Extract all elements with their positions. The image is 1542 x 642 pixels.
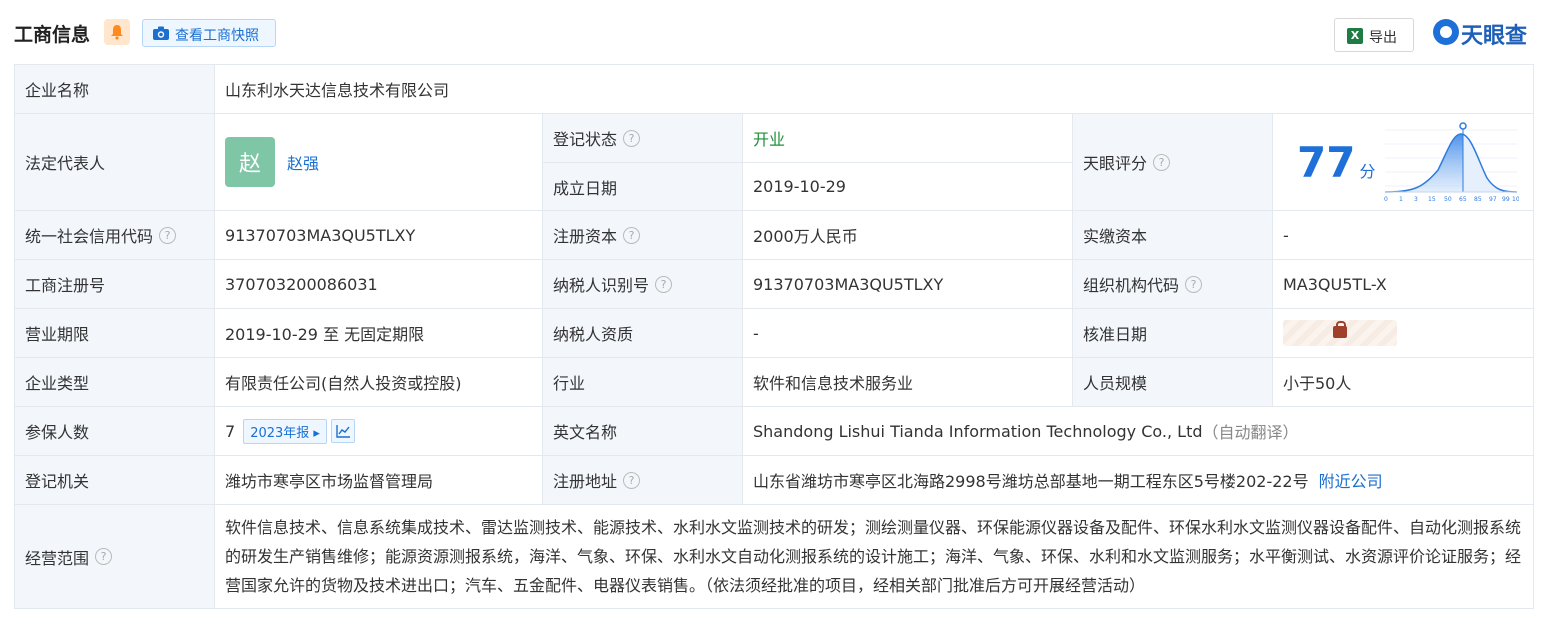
label-reg-number: 工商注册号 bbox=[15, 260, 215, 309]
label-address-cell: 注册地址? bbox=[543, 456, 743, 505]
company-name-value: 山东利水天达信息技术有限公司 bbox=[215, 65, 1533, 114]
export-label: 导出 bbox=[1369, 30, 1397, 46]
auto-translate-note: （自动翻译） bbox=[1202, 423, 1299, 442]
trend-chart-icon[interactable] bbox=[330, 419, 355, 443]
reg-number-value: 370703200086031 bbox=[215, 260, 543, 309]
locked-value[interactable] bbox=[1283, 320, 1397, 346]
label-address: 注册地址 bbox=[553, 472, 618, 491]
label-legal-rep: 法定代表人 bbox=[15, 114, 215, 211]
legal-rep-link[interactable]: 赵强 bbox=[287, 150, 319, 174]
label-company-name: 企业名称 bbox=[15, 65, 215, 114]
business-term-value: 2019-10-29 至 无固定期限 bbox=[215, 309, 543, 358]
section-header: 工商信息 查看工商快照 X 导出 天眼查 bbox=[0, 0, 1542, 64]
axis-tick: 97 bbox=[1489, 196, 1497, 203]
found-date-value: 2019-10-29 bbox=[743, 163, 1073, 211]
credit-code-value: 91370703MA3QU5TLXY bbox=[215, 211, 543, 260]
label-score-cell: 天眼评分? bbox=[1073, 114, 1273, 211]
snapshot-label: 查看工商快照 bbox=[175, 28, 259, 44]
axis-tick: 3 bbox=[1414, 196, 1418, 203]
legal-rep-cell: 赵 赵强 bbox=[215, 114, 543, 211]
camera-icon bbox=[153, 26, 169, 40]
label-english-name: 英文名称 bbox=[543, 407, 743, 456]
paid-capital-value: - bbox=[1273, 211, 1533, 260]
score-distribution-chart: 0 1 3 15 50 65 85 97 99 100 bbox=[1384, 122, 1519, 203]
help-icon[interactable]: ? bbox=[623, 471, 641, 489]
company-type-value: 有限责任公司(自然人投资或控股) bbox=[215, 358, 543, 407]
label-reg-capital: 注册资本 bbox=[553, 227, 618, 246]
axis-tick: 15 bbox=[1428, 196, 1436, 203]
axis-tick: 85 bbox=[1474, 196, 1482, 203]
nearby-companies-link[interactable]: 附近公司 bbox=[1319, 468, 1383, 492]
label-credit-code: 统一社会信用代码 bbox=[25, 227, 154, 246]
label-taxpayer-id-cell: 纳税人识别号? bbox=[543, 260, 743, 309]
label-score: 天眼评分 bbox=[1083, 154, 1148, 173]
label-staff-size: 人员规模 bbox=[1073, 358, 1273, 407]
axis-tick: 99 bbox=[1502, 196, 1510, 203]
label-company-type: 企业类型 bbox=[15, 358, 215, 407]
annual-report-button[interactable]: 2023年报 ▸ bbox=[243, 418, 327, 444]
industry-value: 软件和信息技术服务业 bbox=[743, 358, 1073, 407]
taxpayer-qual-value: - bbox=[743, 309, 1073, 358]
excel-icon: X bbox=[1347, 28, 1363, 44]
help-icon[interactable]: ? bbox=[655, 275, 673, 293]
annual-report-label: 2023年报 bbox=[250, 425, 310, 441]
reg-capital-value: 2000万人民币 bbox=[743, 211, 1073, 260]
insured-cell: 7 2023年报 ▸ bbox=[215, 407, 543, 456]
label-taxpayer-qual: 纳税人资质 bbox=[543, 309, 743, 358]
bell-icon[interactable] bbox=[104, 19, 130, 45]
lock-icon bbox=[1333, 321, 1347, 338]
english-name-value: Shandong Lishui Tianda Information Techn… bbox=[753, 421, 1203, 441]
section-title: 工商信息 bbox=[14, 24, 91, 46]
help-icon[interactable]: ? bbox=[95, 548, 113, 565]
label-industry: 行业 bbox=[543, 358, 743, 407]
authority-value: 潍坊市寒亭区市场监督管理局 bbox=[215, 456, 543, 505]
help-icon[interactable]: ? bbox=[1185, 275, 1203, 293]
help-icon[interactable]: ? bbox=[623, 129, 641, 147]
help-icon[interactable]: ? bbox=[159, 226, 177, 244]
label-reg-status: 登记状态 bbox=[553, 130, 618, 149]
export-button[interactable]: X 导出 bbox=[1334, 18, 1414, 52]
avatar: 赵 bbox=[225, 137, 275, 187]
label-org-code: 组织机构代码 bbox=[1083, 276, 1180, 295]
axis-tick: 100 bbox=[1512, 196, 1519, 203]
logo-mark-icon bbox=[1433, 19, 1459, 45]
label-reg-capital-cell: 注册资本? bbox=[543, 211, 743, 260]
label-approval-date: 核准日期 bbox=[1073, 309, 1273, 358]
help-icon[interactable]: ? bbox=[1153, 153, 1171, 171]
english-name-cell: Shandong Lishui Tianda Information Techn… bbox=[743, 407, 1533, 456]
label-paid-capital: 实缴资本 bbox=[1073, 211, 1273, 260]
approval-date-cell bbox=[1273, 309, 1533, 358]
score-unit: 分 bbox=[1359, 162, 1376, 181]
view-snapshot-button[interactable]: 查看工商快照 bbox=[142, 19, 276, 47]
address-value: 山东省潍坊市寒亭区北海路2998号潍坊总部基地一期工程东区5号楼202-22号 bbox=[753, 472, 1309, 491]
label-found-date: 成立日期 bbox=[543, 163, 743, 211]
staff-size-value: 小于50人 bbox=[1273, 358, 1533, 407]
logo-text: 天眼查 bbox=[1461, 24, 1528, 49]
label-scope-cell: 经营范围? bbox=[15, 505, 215, 608]
address-cell: 山东省潍坊市寒亭区北海路2998号潍坊总部基地一期工程东区5号楼202-22号 … bbox=[743, 456, 1533, 505]
label-scope: 经营范围 bbox=[25, 548, 90, 568]
label-org-code-cell: 组织机构代码? bbox=[1073, 260, 1273, 309]
axis-tick: 1 bbox=[1399, 196, 1403, 203]
score-cell[interactable]: 77 分 0 1 3 15 50 65 85 97 99 100 bbox=[1273, 114, 1533, 211]
label-reg-status-cell: 登记状态? bbox=[543, 114, 743, 163]
label-taxpayer-id: 纳税人识别号 bbox=[553, 276, 650, 295]
org-code-value: MA3QU5TL-X bbox=[1273, 260, 1533, 309]
help-icon[interactable]: ? bbox=[623, 226, 641, 244]
axis-tick: 65 bbox=[1459, 196, 1467, 203]
taxpayer-id-value: 91370703MA3QU5TLXY bbox=[743, 260, 1073, 309]
reg-status-value: 开业 bbox=[743, 114, 1073, 163]
insured-value: 7 bbox=[225, 421, 236, 441]
label-credit-code-cell: 统一社会信用代码? bbox=[15, 211, 215, 260]
scope-value: 软件信息技术、信息系统集成技术、雷达监测技术、能源技术、水利水文监测技术的研发；… bbox=[215, 505, 1533, 608]
axis-tick: 0 bbox=[1384, 196, 1388, 203]
axis-tick: 50 bbox=[1444, 196, 1452, 203]
label-authority: 登记机关 bbox=[15, 456, 215, 505]
label-business-term: 营业期限 bbox=[15, 309, 215, 358]
score-value: 77 bbox=[1297, 137, 1356, 187]
label-insured: 参保人数 bbox=[15, 407, 215, 456]
business-info-table: 企业名称 山东利水天达信息技术有限公司 法定代表人 赵 赵强 登记状态? 开业 … bbox=[14, 64, 1534, 609]
